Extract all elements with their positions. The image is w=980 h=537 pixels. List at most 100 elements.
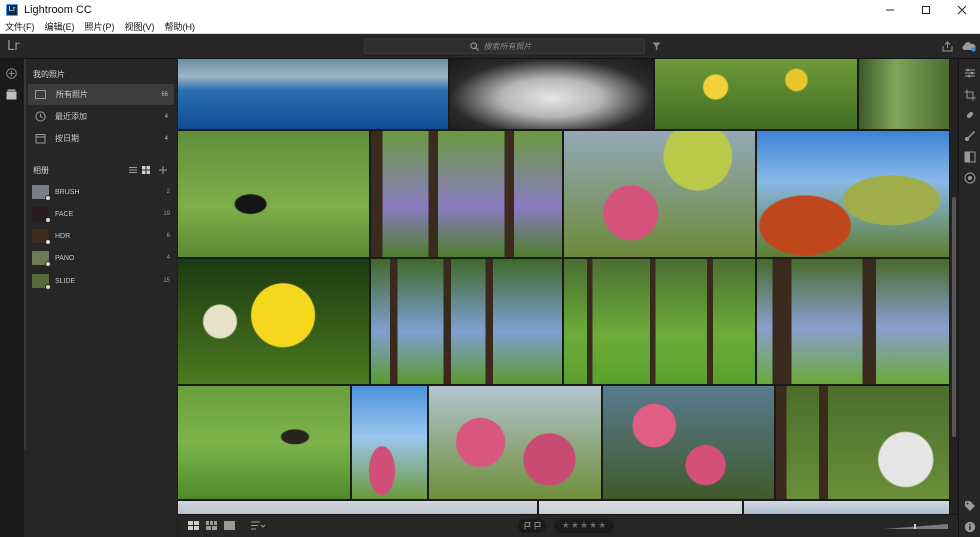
search-box[interactable] (364, 38, 645, 54)
photo-tile[interactable] (178, 59, 448, 129)
photo-tile[interactable] (757, 259, 949, 384)
photo-grid-view-icon[interactable] (206, 521, 217, 531)
share-icon[interactable] (942, 41, 953, 52)
nav-recently-added[interactable]: 最近添加 4 (28, 106, 174, 127)
cloud-sync-icon[interactable] (961, 41, 977, 52)
maximize-button[interactable] (908, 0, 944, 20)
photo-tile[interactable] (859, 59, 949, 129)
album-slide[interactable]: SLIDE 15 (32, 271, 172, 291)
photo-tile[interactable] (757, 131, 949, 257)
linear-gradient-icon[interactable] (964, 151, 976, 163)
menu-view[interactable]: 视图(V) (120, 20, 160, 33)
photo-tile[interactable] (178, 131, 369, 257)
edit-sliders-icon[interactable] (964, 67, 976, 79)
sync-badge-icon (45, 284, 51, 290)
photo-tile[interactable] (744, 501, 949, 514)
photo-tile[interactable] (178, 259, 369, 384)
photo-tile[interactable] (178, 501, 537, 514)
add-album-icon[interactable] (159, 166, 167, 174)
add-photos-icon[interactable] (6, 68, 17, 79)
menu-file[interactable]: 文件(F) (0, 20, 40, 33)
grid-scrollbar[interactable] (950, 59, 958, 514)
photo-tile[interactable] (564, 259, 755, 384)
menu-help[interactable]: 帮助(H) (160, 20, 201, 33)
photo-tile[interactable] (371, 131, 562, 257)
my-photos-title: 我的照片 (33, 70, 65, 79)
photo-tile[interactable] (352, 386, 427, 499)
nav-label: 所有照片 (56, 90, 88, 99)
album-hdr[interactable]: HDR 6 (32, 226, 172, 246)
window-titlebar: Lr Lightroom CC (0, 0, 980, 20)
window-title: Lightroom CC (24, 4, 92, 16)
menu-edit[interactable]: 编辑(E) (40, 20, 80, 33)
album-label: BRUSH (55, 188, 80, 196)
album-pano[interactable]: PANO 4 (32, 248, 172, 268)
keyword-tag-icon[interactable] (964, 500, 976, 512)
radial-gradient-icon[interactable] (964, 172, 976, 184)
album-label: SLIDE (55, 277, 76, 285)
maximize-icon (922, 6, 930, 14)
nav-all-photos[interactable]: 所有照片 66 (28, 84, 174, 105)
search-icon (469, 41, 479, 51)
photo-tile[interactable] (603, 386, 774, 499)
star-icon[interactable]: ★ (571, 521, 579, 531)
reject-flag-icon[interactable] (534, 522, 541, 530)
healing-brush-icon[interactable] (964, 109, 976, 121)
search-input[interactable] (483, 41, 540, 51)
album-count: 15 (163, 278, 170, 284)
left-panel: 我的照片 所有照片 66 最近添加 4 按日期 4 相册 BRUSH 2 FAC… (24, 59, 177, 537)
album-label: HDR (55, 232, 71, 240)
pick-flag-icon[interactable] (524, 522, 531, 530)
thumbnail-view-icon[interactable] (142, 166, 150, 174)
photo-tile[interactable] (539, 501, 742, 514)
close-button[interactable] (944, 0, 980, 20)
grid-scrollbar-thumb[interactable] (952, 197, 956, 437)
minimize-icon (886, 9, 894, 11)
star-icon[interactable]: ★ (598, 521, 606, 531)
list-view-icon[interactable] (129, 166, 137, 174)
album-thumbnail (32, 207, 51, 223)
album-label: FACE (55, 210, 74, 218)
photo-tile[interactable] (776, 386, 949, 499)
album-tools (129, 166, 167, 174)
sync-badge-icon (45, 195, 51, 201)
star-icon[interactable]: ★ (562, 521, 570, 531)
album-thumbnail (32, 185, 51, 201)
photo-tile[interactable] (371, 259, 562, 384)
window-controls (872, 0, 980, 20)
detail-view-icon[interactable] (224, 521, 235, 531)
sort-icon[interactable] (251, 521, 265, 531)
nav-count: 66 (161, 91, 168, 98)
photo-tile[interactable] (655, 59, 857, 129)
nav-label: 按日期 (55, 134, 79, 143)
flag-controls (518, 519, 546, 533)
star-icon[interactable]: ★ (589, 521, 597, 531)
bottom-bar: ★ ★ ★ ★ ★ (178, 514, 958, 537)
photo-tile[interactable] (450, 59, 653, 129)
photo-grid (178, 59, 949, 514)
photo-tile[interactable] (178, 386, 350, 499)
album-face[interactable]: FACE 19 (32, 204, 172, 224)
minimize-button[interactable] (872, 0, 908, 20)
app-top-bar: Lr (0, 34, 980, 59)
menu-photo[interactable]: 照片(P) (80, 20, 120, 33)
photo-tile[interactable] (429, 386, 601, 499)
star-rating: ★ ★ ★ ★ ★ (554, 519, 614, 533)
square-grid-view-icon[interactable] (188, 521, 199, 531)
library-icon[interactable] (6, 89, 17, 100)
photo-stack-icon (35, 90, 46, 99)
left-panel-scrollbar[interactable] (24, 59, 26, 449)
album-brush[interactable]: BRUSH 2 (32, 182, 172, 202)
star-icon[interactable]: ★ (580, 521, 588, 531)
info-icon[interactable] (964, 521, 976, 533)
filter-icon[interactable] (652, 42, 661, 51)
lightroom-app-icon: Lr (6, 4, 18, 16)
sync-badge-icon (45, 217, 51, 223)
brush-icon[interactable] (964, 130, 976, 142)
album-count: 19 (163, 211, 170, 217)
crop-icon[interactable] (964, 89, 976, 101)
nav-count: 4 (164, 135, 168, 142)
photo-tile[interactable] (564, 131, 755, 257)
nav-by-date[interactable]: 按日期 4 (28, 128, 174, 149)
thumbnail-size-slider[interactable] (884, 524, 948, 529)
